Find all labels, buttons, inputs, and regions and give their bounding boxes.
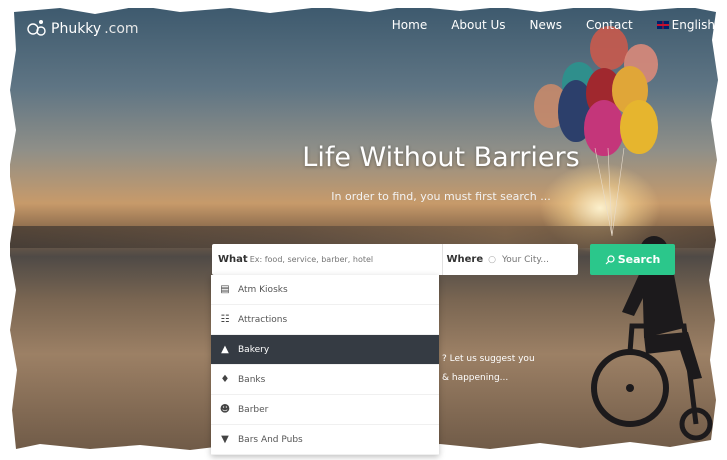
nav-about-us[interactable]: About Us — [451, 18, 505, 32]
dropdown-item-attractions[interactable]: ☷ Attractions — [211, 305, 439, 335]
dropdown-item-bakery[interactable]: ▲ Bakery — [211, 335, 439, 365]
money-bag-icon: ♦ — [220, 374, 230, 385]
balloon-decoration — [590, 26, 628, 70]
dropdown-item-label: Barber — [238, 404, 269, 415]
category-dropdown: ▤ Atm Kiosks ☷ Attractions ▲ Bakery ♦ Ba… — [211, 275, 439, 455]
divider — [441, 244, 443, 275]
dropdown-item-banks[interactable]: ♦ Banks — [211, 365, 439, 395]
search-bar: What Where ○ — [212, 244, 578, 275]
language-switcher[interactable]: English — [656, 18, 715, 32]
location-icon: ○ — [488, 254, 496, 265]
where-input[interactable] — [500, 253, 578, 266]
what-label: What — [218, 254, 248, 265]
where-label: Where — [446, 254, 484, 265]
main-nav: Home About Us News Contact English — [392, 18, 715, 32]
logo-icon — [27, 20, 46, 36]
dropdown-item-barber[interactable]: ☻ Barber — [211, 395, 439, 425]
uk-flag-icon — [656, 21, 669, 29]
logo-text: Phukky — [51, 21, 102, 37]
site-logo[interactable]: Phukky .com — [26, 18, 139, 40]
dropdown-item-bars-and-pubs[interactable]: ▼ Bars And Pubs — [211, 425, 439, 455]
search-button[interactable]: Search — [590, 244, 675, 275]
hero-subtitle: In order to find, you must first search … — [331, 190, 551, 203]
dropdown-item-label: Attractions — [238, 314, 288, 325]
dropdown-item-label: Bars And Pubs — [238, 434, 303, 445]
dropdown-item-label: Atm Kiosks — [238, 284, 288, 295]
atm-icon: ▤ — [220, 284, 230, 295]
search-icon — [605, 254, 615, 264]
bakery-icon: ▲ — [221, 344, 229, 355]
language-label: English — [671, 18, 715, 32]
logo-domain: .com — [104, 21, 139, 37]
hero-title: Life Without Barriers — [302, 142, 580, 173]
nav-news[interactable]: News — [530, 18, 562, 32]
what-input[interactable] — [247, 254, 438, 265]
nav-home[interactable]: Home — [392, 18, 427, 32]
dropdown-item-label: Banks — [238, 374, 266, 385]
suggestion-line-2: & happening... — [442, 373, 509, 383]
nav-contact[interactable]: Contact — [586, 18, 633, 32]
dropdown-item-atm-kiosks[interactable]: ▤ Atm Kiosks — [211, 275, 439, 305]
landmark-icon: ☷ — [220, 314, 230, 325]
cocktail-icon: ▼ — [221, 434, 229, 445]
suggestion-line-1: ? Let us suggest you — [442, 354, 535, 364]
search-button-label: Search — [617, 253, 661, 266]
suggestion-text: ? Let us suggest you & happening... — [442, 350, 535, 388]
barber-icon: ☻ — [219, 404, 231, 415]
dropdown-item-label: Bakery — [238, 344, 270, 355]
